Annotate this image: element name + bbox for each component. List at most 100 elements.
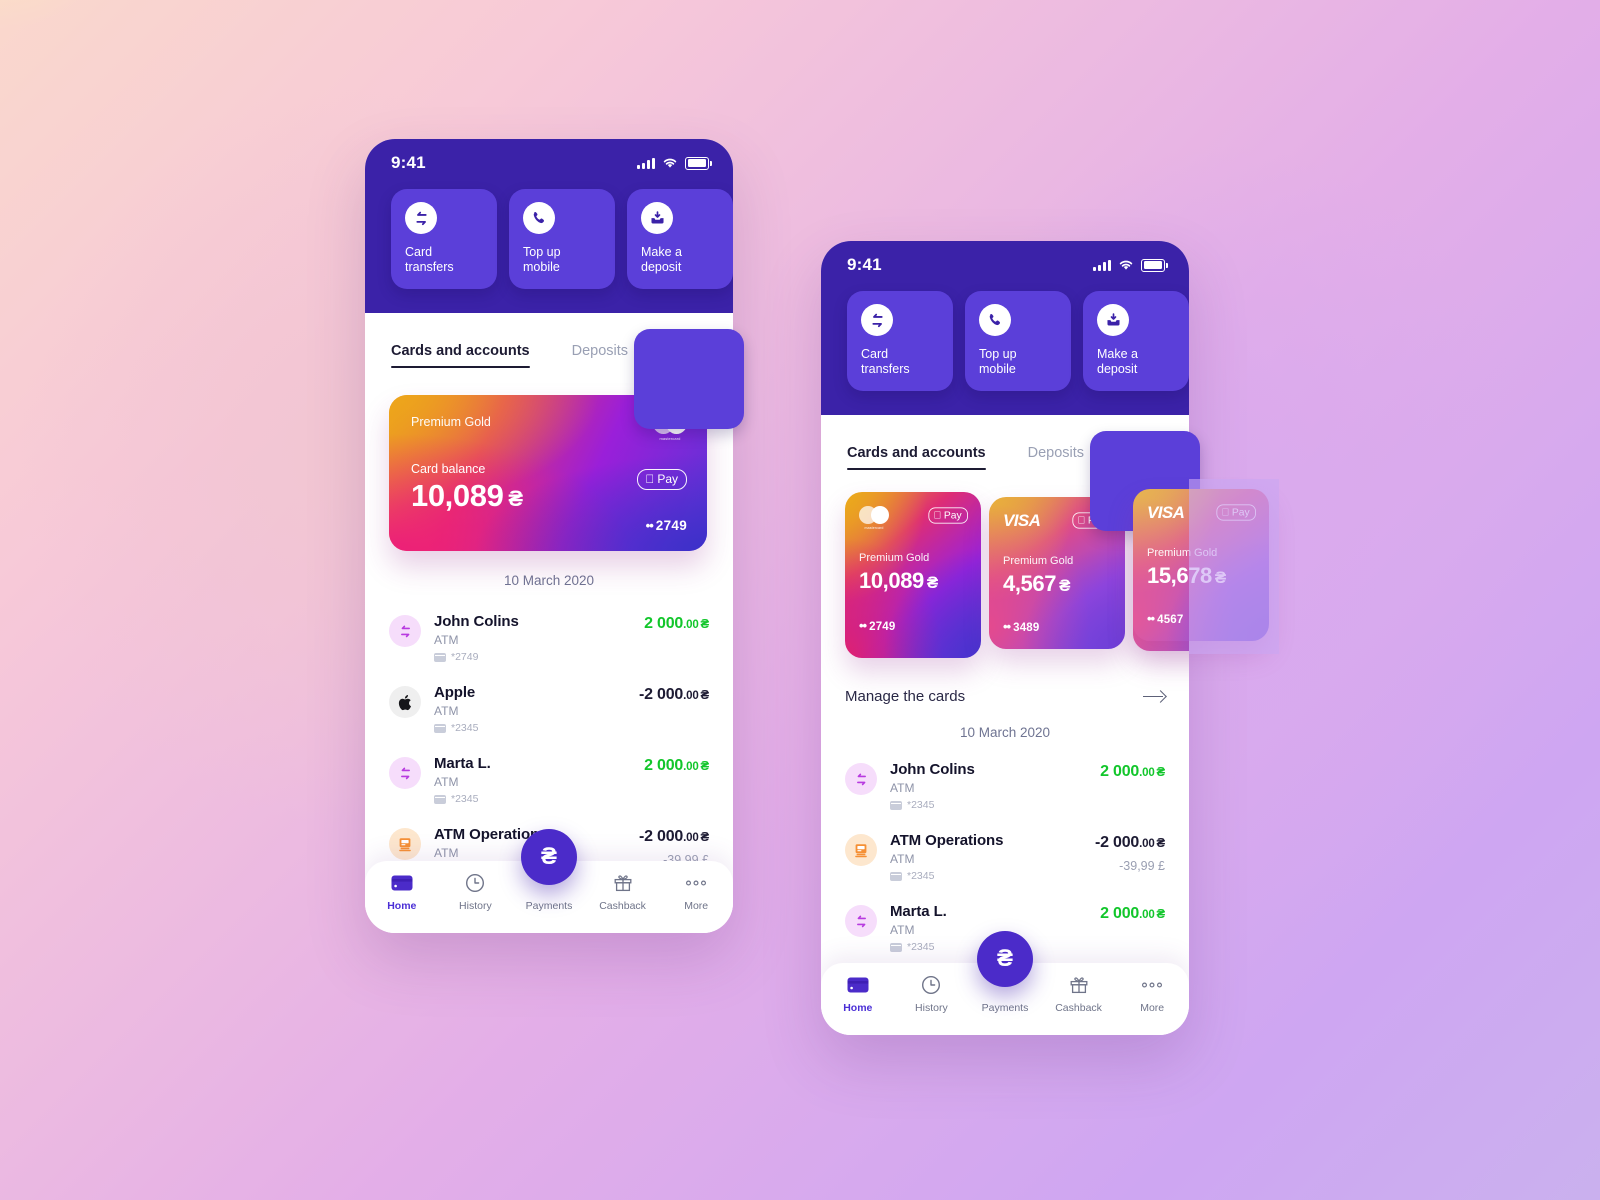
transaction-place: ATM (890, 852, 915, 866)
transaction-amount-value: 2 000 (1100, 905, 1140, 922)
tab-deposits[interactable]: Deposits (572, 343, 628, 368)
quick-action-label: Make a deposit (641, 245, 682, 274)
transaction-card: *2345 (434, 722, 639, 734)
deposit-icon (1097, 304, 1129, 336)
nav-label: Home (387, 900, 417, 912)
nav-label: History (915, 1002, 948, 1014)
mini-card-amount: 15,678₴ (1147, 563, 1256, 589)
apple-pay-badge[interactable]:  Pay (637, 469, 687, 490)
card-icon (434, 794, 446, 804)
transaction-name: Marta L. (890, 903, 947, 920)
card-icon (434, 723, 446, 733)
mini-card-label: Premium Gold (1003, 555, 1074, 567)
more-icon (685, 872, 707, 893)
nav-item-cashback[interactable]: Cashback (586, 861, 660, 912)
visa-logo: VISA (1147, 503, 1185, 522)
nav-item-home[interactable]: Home (821, 963, 895, 1014)
transaction-currency: ₴ (700, 758, 710, 773)
transaction-card-value: *2749 (451, 651, 479, 663)
signal-icon (637, 157, 655, 169)
atm-icon (845, 834, 877, 866)
transaction-row[interactable]: John Colins ATM *2345 2 000.00 ₴ (845, 750, 1165, 821)
card-dots: •• (645, 518, 654, 533)
nav-label: Cashback (1055, 1002, 1102, 1014)
nav-item-more[interactable]: More (1115, 963, 1189, 1014)
transfer-icon (845, 905, 877, 937)
atm-icon (389, 828, 421, 860)
more-icon (1141, 974, 1163, 995)
nav-item-history[interactable]: History (439, 861, 513, 912)
nav-label: Payments (525, 900, 573, 912)
transaction-place: ATM (890, 781, 915, 795)
transaction-amount-value: -2 000 (638, 686, 684, 703)
quick-action-overflow-tile[interactable] (634, 329, 744, 429)
status-time: 9:41 (847, 255, 882, 274)
mini-card[interactable]: mastercard  Pay Premium Gold 10,089₴ ••… (845, 492, 981, 658)
battery-icon (685, 156, 712, 170)
quick-action-make-a-deposit[interactable]: Make a deposit (1083, 291, 1189, 391)
mini-card-overflow[interactable]: VISA  Pay Premium Gold 15,678₴ ••4567 (1133, 489, 1269, 641)
transaction-card: *2345 (434, 793, 644, 805)
transaction-currency: ₴ (1156, 764, 1166, 779)
tab-cards-and-accounts[interactable]: Cards and accounts (847, 445, 986, 471)
nav-label: More (1140, 1002, 1165, 1014)
tab-deposits[interactable]: Deposits (1028, 445, 1084, 470)
clock-icon (921, 974, 941, 995)
hryvnia-symbol: ₴ (540, 843, 557, 870)
transaction-cents: .00 (1139, 838, 1155, 850)
card-last4-value: 2749 (655, 518, 687, 533)
status-icons (637, 156, 712, 170)
transaction-row[interactable]: Apple ATM *2345 -2 000.00 ₴ (389, 673, 709, 744)
transaction-date: 10 March 2020 (503, 573, 595, 588)
nav-item-more[interactable]: More (659, 861, 733, 912)
transaction-row[interactable]: Marta L. ATM *2345 2 000.00 ₴ (389, 744, 709, 815)
payments-fab-button[interactable]: ₴ (977, 931, 1033, 987)
nav-label: Cashback (599, 900, 646, 912)
mini-card-amount-value: 15,678 (1147, 563, 1212, 588)
apple-pay-badge[interactable]:  Pay (1216, 504, 1256, 521)
quick-action-top-up-mobile[interactable]: Top up mobile (509, 189, 615, 289)
transaction-currency: ₴ (700, 616, 710, 631)
transaction-cents: .00 (683, 761, 699, 773)
quick-actions: Card transfers Top up mobile Make a depo… (365, 173, 733, 289)
manage-the-cards-row[interactable]: Manage the cards (821, 688, 1189, 705)
transaction-row[interactable]: ATM Operations ATM *2345 -2 000.00₴ -39,… (845, 821, 1165, 892)
bottom-nav: Home History Payments Cashback More ₴ (821, 931, 1189, 1035)
transaction-amount-value: 2 000 (644, 757, 684, 774)
payments-fab-button[interactable]: ₴ (521, 829, 577, 885)
transaction-cents: .00 (1139, 909, 1155, 921)
transaction-card: *2749 (434, 651, 644, 663)
transaction-cents: .00 (1139, 767, 1155, 779)
quick-action-card-transfers[interactable]: Card transfers (391, 189, 497, 289)
gift-icon (1069, 974, 1089, 995)
nav-item-history[interactable]: History (895, 963, 969, 1014)
card-icon (890, 871, 902, 881)
transaction-amount: 2 000.00 ₴ (1100, 763, 1165, 781)
card-icon (434, 652, 446, 662)
arrow-right-icon[interactable] (1143, 689, 1165, 705)
transaction-amount: 2 000.00 ₴ (1100, 905, 1165, 923)
transaction-card-value: *2345 (907, 941, 935, 953)
apple-pay-badge[interactable]:  Pay (928, 507, 968, 524)
card-icon (391, 872, 413, 893)
mini-card-last4-value: 2749 (869, 621, 896, 633)
card-last4: •• 2749 (646, 518, 687, 533)
quick-action-top-up-mobile[interactable]: Top up mobile (965, 291, 1071, 391)
mini-card-last4-value: 3489 (1013, 622, 1040, 634)
signal-icon (1093, 259, 1111, 271)
quick-action-make-a-deposit[interactable]: Make a deposit (627, 189, 733, 289)
mini-card-currency: ₴ (1059, 576, 1071, 595)
card-dots: •• (1003, 619, 1011, 634)
apple-icon:  (1078, 515, 1086, 525)
transaction-row[interactable]: John Colins ATM *2749 2 000.00 ₴ (389, 602, 709, 673)
visa-logo: VISA (1003, 511, 1041, 530)
header: 9:41 Card transfers Top up mobile Make a… (365, 139, 733, 313)
mini-card-label: Premium Gold (1147, 547, 1218, 559)
nav-item-cashback[interactable]: Cashback (1042, 963, 1116, 1014)
status-icons (1093, 258, 1168, 272)
tab-cards-and-accounts[interactable]: Cards and accounts (391, 343, 530, 369)
quick-action-card-transfers[interactable]: Card transfers (847, 291, 953, 391)
transaction-currency: ₴ (700, 687, 710, 702)
nav-item-home[interactable]: Home (365, 861, 439, 912)
card-balance-value: 10,089 (411, 478, 504, 513)
